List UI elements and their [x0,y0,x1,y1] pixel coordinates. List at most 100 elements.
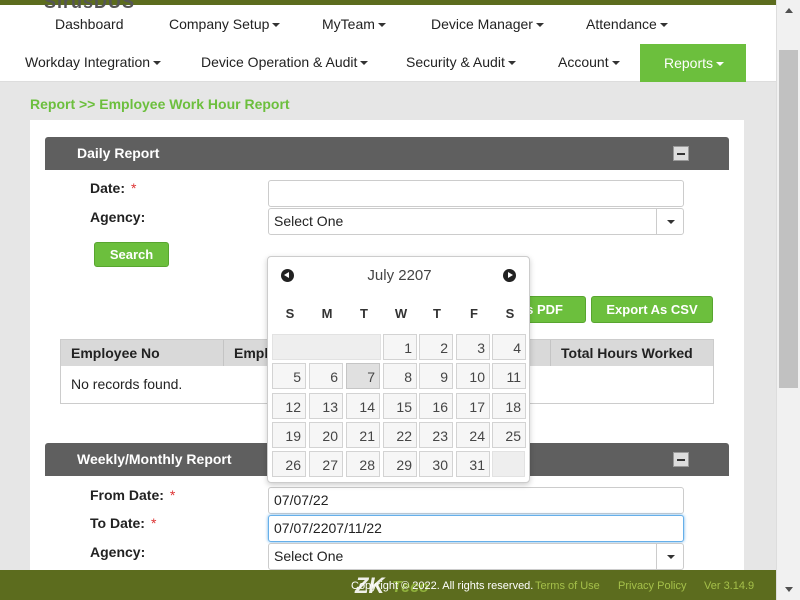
caret-down-icon [377,23,386,28]
calendar-day[interactable]: 27 [309,451,343,477]
nav-myteam[interactable]: MyTeam [322,16,386,32]
calendar-day[interactable]: 23 [419,422,453,448]
calendar-day[interactable]: 7 [346,363,380,389]
from-date-label: From Date: * [90,487,175,503]
required-mark: * [169,487,176,503]
calendar-day[interactable]: 15 [383,393,417,419]
privacy-link[interactable]: Privacy Policy [618,580,686,592]
nav-attendance[interactable]: Attendance [586,16,668,32]
calendar-day[interactable]: 2 [419,334,453,360]
next-month-icon[interactable] [503,269,516,282]
from-date-label-text: From Date: [90,487,164,503]
calendar-day[interactable]: 14 [346,393,380,419]
dropdown-arrow-icon [656,209,683,234]
calendar-day[interactable]: 22 [383,422,417,448]
calendar-day[interactable]: 4 [492,334,526,360]
nav-label: Security & Audit [406,54,505,70]
scroll-up-arrow-icon[interactable] [785,8,793,13]
calendar-day[interactable]: 16 [419,393,453,419]
required-mark: * [131,180,137,196]
calendar-day[interactable]: 25 [492,422,526,448]
copyright-text: Copyright © 2022. All rights reserved. [351,580,534,592]
calendar-day[interactable]: 5 [272,363,306,389]
calendar-day[interactable]: 12 [272,393,306,419]
calendar-day[interactable]: 9 [419,363,453,389]
caret-down-icon [507,61,516,66]
daily-date-input[interactable] [268,180,684,207]
caret-down-icon [535,23,544,28]
calendar-day[interactable]: 6 [309,363,343,389]
calendar-day[interactable]: 11 [492,363,526,389]
logo-text: SirusDUS [44,0,136,12]
agency-select-value: Select One [274,548,344,564]
calendar-day[interactable]: 8 [383,363,417,389]
calendar-day[interactable]: 29 [383,451,417,477]
caret-down-icon [611,61,620,66]
caret-down-icon [716,62,725,67]
nav-label: Account [558,54,609,70]
calendar-day[interactable]: 21 [346,422,380,448]
calendar-day[interactable]: 3 [456,334,490,360]
to-date-input[interactable]: 07/07/2207/11/22 [268,515,684,542]
calendar-day[interactable]: 30 [419,451,453,477]
date-label-text: Date: [90,180,126,196]
required-mark: * [150,515,157,531]
scroll-down-arrow-icon[interactable] [785,587,793,592]
nav-account[interactable]: Account [558,54,620,70]
calendar-day[interactable]: 17 [456,393,490,419]
calendar-blank-cell [492,451,525,477]
caret-down-icon [153,61,162,66]
vertical-scrollbar[interactable] [776,0,800,600]
calendar-day[interactable]: 24 [456,422,490,448]
nav-label: Company Setup [169,16,270,32]
caret-down-icon [360,61,369,66]
weekly-report-title: Weekly/Monthly Report [77,451,232,467]
nav-device-operation[interactable]: Device Operation & Audit [201,54,369,70]
scroll-thumb[interactable] [779,50,798,388]
weekday-header: W [394,306,408,321]
col-total-hours[interactable]: Total Hours Worked [551,340,715,366]
calendar-day[interactable]: 26 [272,451,306,477]
calendar-blank-cell [272,334,381,360]
export-pdf-label: s PDF [526,302,563,317]
calendar-day[interactable]: 19 [272,422,306,448]
nav-label: Workday Integration [25,54,151,70]
calendar-day[interactable]: 13 [309,393,343,419]
weekday-header: F [470,306,478,321]
col-employee-no[interactable]: Employee No [61,340,224,366]
collapse-icon[interactable] [673,452,689,467]
weekday-header: T [360,306,368,321]
calendar-day[interactable]: 10 [456,363,490,389]
search-button[interactable]: Search [94,242,169,267]
dropdown-arrow-icon [656,544,683,569]
nav-label: MyTeam [322,16,375,32]
nav-label: Dashboard [55,16,124,32]
nav-label: Device Manager [431,16,533,32]
weekly-agency-select[interactable]: Select One [268,543,684,570]
calendar-day[interactable]: 18 [492,393,526,419]
nav-dashboard[interactable]: Dashboard [55,16,124,32]
weekday-header: M [321,306,333,321]
daily-report-header: Daily Report [45,137,729,170]
calendar-day[interactable]: 31 [456,451,490,477]
caret-down-icon [659,23,668,28]
nav-security-audit[interactable]: Security & Audit [406,54,516,70]
from-date-input[interactable]: 07/07/22 [268,487,684,514]
weekday-header: T [433,306,441,321]
agency-select-value: Select One [274,213,344,229]
nav-device-manager[interactable]: Device Manager [431,16,544,32]
to-date-label: To Date: * [90,515,156,531]
main-nav: SirusDUS Dashboard Company Setup MyTeam … [0,0,776,82]
calendar-day[interactable]: 1 [383,334,417,360]
agency-label: Agency: [90,209,146,225]
export-csv-button[interactable]: Export As CSV [591,296,713,323]
datepicker: July 2207 S M T W T F S 1 2 3 4 5 6 7 8 9 10 11 12 13 14 15 16… [267,256,530,483]
nav-company-setup[interactable]: Company Setup [169,16,281,32]
collapse-icon[interactable] [673,146,689,161]
nav-workday-integration[interactable]: Workday Integration [25,54,162,70]
calendar-day[interactable]: 28 [346,451,380,477]
nav-reports[interactable]: Reports [640,44,746,82]
calendar-day[interactable]: 20 [309,422,343,448]
terms-link[interactable]: Terms of Use [535,580,600,592]
daily-agency-select[interactable]: Select One [268,208,684,235]
